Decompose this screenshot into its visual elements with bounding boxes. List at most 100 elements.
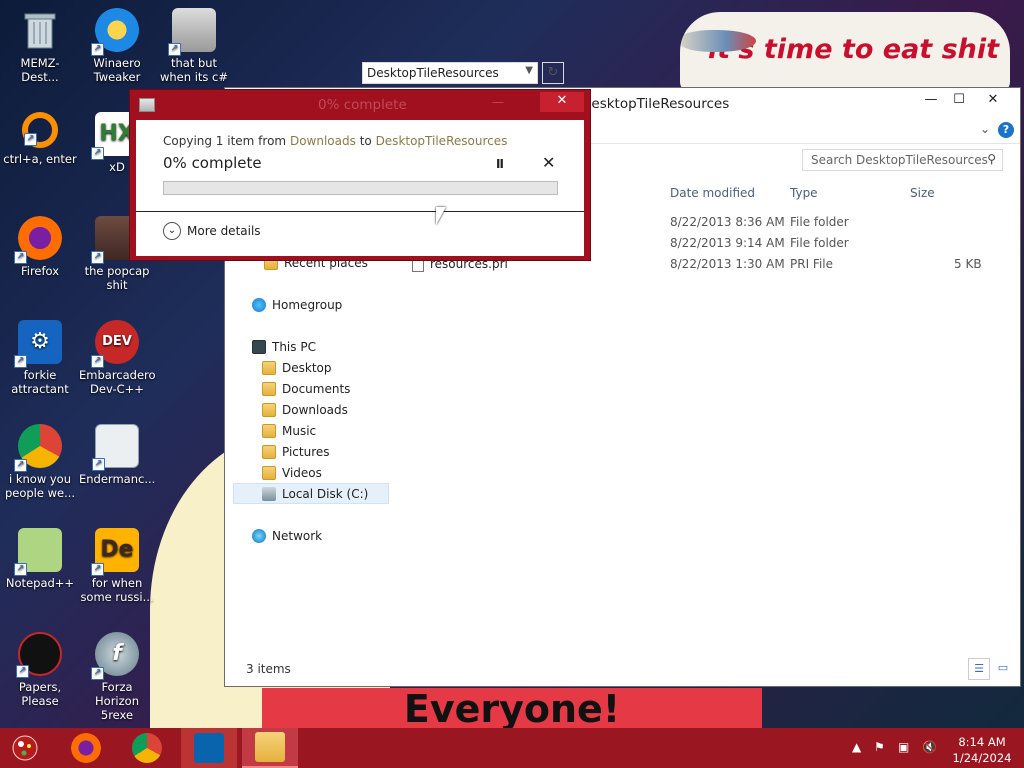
chevron-down-icon: ⌄ [163, 222, 181, 240]
file-date: 8/22/2013 1:30 AM [670, 257, 785, 271]
desktop-icon-firefox[interactable]: ↗ Firefox [2, 216, 78, 278]
downloads-folder-icon [262, 403, 276, 417]
pictures-folder-icon [262, 445, 276, 459]
pause-button[interactable]: II [496, 157, 504, 171]
nav-desktop[interactable]: Desktop [262, 361, 332, 375]
nav-local-disk[interactable]: Local Disk (C:) [233, 483, 389, 504]
chevron-down-icon[interactable]: ⌄ [980, 122, 990, 136]
desktop-icon-label: Embarcadero Dev-C++ [79, 368, 156, 396]
desktop-icon-label: Endermanc... [79, 472, 156, 486]
desktop-icon-label: Firefox [20, 264, 60, 278]
desktop-icon-forza[interactable]: f ↗ Forza Horizon 5rexe [79, 632, 155, 722]
desktop-icon-russi[interactable]: De ↗ for when some russi... [79, 528, 155, 604]
nav-videos[interactable]: Videos [262, 466, 322, 480]
nav-label: Local Disk (C:) [282, 486, 369, 501]
desktop-icon-label: Winaero Tweaker [93, 56, 141, 84]
documents-folder-icon [262, 382, 276, 396]
firefox-icon: ↗ [14, 216, 62, 264]
dev-cpp-icon: DEV ↗ [91, 320, 139, 368]
maximize-button[interactable]: ☐ [942, 88, 976, 114]
folder-icon [255, 732, 285, 762]
desktop-icon-endermanch[interactable]: ↗ Endermanc... [79, 424, 155, 486]
winaero-icon: ↗ [91, 8, 139, 56]
search-input[interactable]: Search DesktopTileResources ⚲ [802, 149, 1003, 171]
close-button[interactable]: ✕ [976, 88, 1010, 114]
outlook-icon [194, 733, 224, 763]
clock-time: 8:14 AM [958, 735, 1006, 749]
desktop-icon-label: MEMZ-Dest... [20, 56, 60, 84]
nav-documents[interactable]: Documents [262, 382, 350, 396]
nav-label: Documents [282, 382, 351, 396]
desktop-icon-label: i know you people we... [4, 472, 76, 500]
desktop-icon-chrome-shortcut[interactable]: ↗ i know you people we... [2, 424, 78, 500]
nav-this-pc[interactable]: This PC [252, 340, 316, 354]
network-tray-icon[interactable]: ▣ [898, 740, 909, 754]
search-placeholder: Search DesktopTileResources [811, 153, 988, 167]
desktop-icon-label: xD [109, 160, 125, 174]
taskbar-clock[interactable]: 8:14 AM 1/24/2024 [948, 734, 1016, 766]
desktop-icon-label: that but when its c# [159, 56, 229, 84]
dialog-close-button[interactable]: ✕ [540, 92, 584, 112]
tray-overflow-icon[interactable]: ▲ [852, 740, 861, 754]
column-type[interactable]: Type [790, 186, 818, 200]
copy-dialog-icon [139, 98, 155, 112]
dialog-titlebar[interactable]: 0% complete — ✕ [130, 90, 590, 120]
desktop-icon-label: Papers, Please [18, 680, 62, 708]
wallpaper-banner: it's time to eat shit [680, 12, 1010, 92]
help-icon[interactable]: ? [998, 122, 1014, 138]
nav-label: Pictures [282, 445, 330, 459]
clock-date: 1/24/2024 [952, 751, 1012, 765]
destination-link[interactable]: DesktopTileResources [376, 134, 508, 148]
dialog-minimize-button[interactable]: — [492, 95, 504, 109]
flash-icon: f ↗ [91, 632, 139, 680]
refresh-button[interactable]: ↻ [542, 62, 564, 84]
drive-icon [262, 486, 276, 501]
details-view-button[interactable]: ☰ [968, 658, 990, 680]
nav-music[interactable]: Music [262, 424, 316, 438]
nav-label: Homegroup [272, 298, 343, 312]
search-icon: ⚲ [987, 152, 996, 166]
file-type: File folder [790, 215, 849, 229]
taskbar-firefox[interactable] [58, 728, 114, 768]
desktop-icon-papers-please[interactable]: ↗ Papers, Please [2, 632, 78, 708]
percent-complete: 0% complete [163, 154, 262, 172]
fish-graphic [680, 30, 756, 52]
volume-muted-icon[interactable]: 🔇 [922, 740, 937, 754]
nav-label: Videos [282, 466, 322, 480]
taskbar-outlook[interactable] [181, 728, 237, 768]
nav-pictures[interactable]: Pictures [262, 445, 330, 459]
dialog-divider [136, 211, 584, 212]
desktop-icon-ctrl-a[interactable]: ↗ ctrl+a, enter [2, 112, 78, 166]
start-button[interactable] [10, 733, 40, 763]
file-date: 8/22/2013 8:36 AM [670, 215, 785, 229]
desktop-icon-devcpp[interactable]: DEV ↗ Embarcadero Dev-C++ [79, 320, 156, 396]
desktop-icon-label: for when some russi... [80, 576, 154, 604]
address-bar[interactable]: DesktopTileResources ▼ [362, 62, 538, 84]
cancel-button[interactable]: ✕ [542, 153, 555, 172]
source-link[interactable]: Downloads [290, 134, 356, 148]
large-icons-view-button[interactable]: ▭ [992, 658, 1014, 680]
desktop-icon-forkie[interactable]: ⚙ ↗ forkie attractant [2, 320, 78, 396]
action-center-icon[interactable]: ⚑ [874, 740, 885, 754]
copying-prefix: Copying 1 item from [163, 134, 287, 148]
column-size[interactable]: Size [910, 186, 935, 200]
nav-label: This PC [272, 340, 316, 354]
nav-downloads[interactable]: Downloads [262, 403, 348, 417]
videos-folder-icon [262, 466, 276, 480]
column-date-modified[interactable]: Date modified [670, 186, 755, 200]
taskbar-chrome[interactable] [119, 728, 175, 768]
desktop-icon-csharp[interactable]: ↗ that but when its c# [156, 8, 232, 84]
nav-network[interactable]: Network [252, 529, 322, 543]
dialog-body: Copying 1 item from Downloads to Desktop… [136, 120, 584, 256]
more-details-toggle[interactable]: ⌄ More details [163, 222, 261, 240]
taskbar-file-explorer[interactable] [242, 728, 298, 768]
desktop-icon-label: Notepad++ [5, 576, 75, 590]
desktop-icon-winaero[interactable]: ↗ Winaero Tweaker [79, 8, 155, 84]
copy-progress-dialog[interactable]: 0% complete — ✕ Copying 1 item from Down… [129, 89, 591, 261]
desktop-icon-memz[interactable]: MEMZ-Dest... [2, 8, 78, 84]
desktop-icon-notepadpp[interactable]: ↗ Notepad++ [2, 528, 78, 590]
chevron-down-icon[interactable]: ▼ [525, 65, 533, 76]
stacked-windows-icon: ↗ [168, 8, 216, 56]
nav-label: Network [272, 529, 323, 543]
nav-homegroup[interactable]: Homegroup [252, 298, 342, 312]
